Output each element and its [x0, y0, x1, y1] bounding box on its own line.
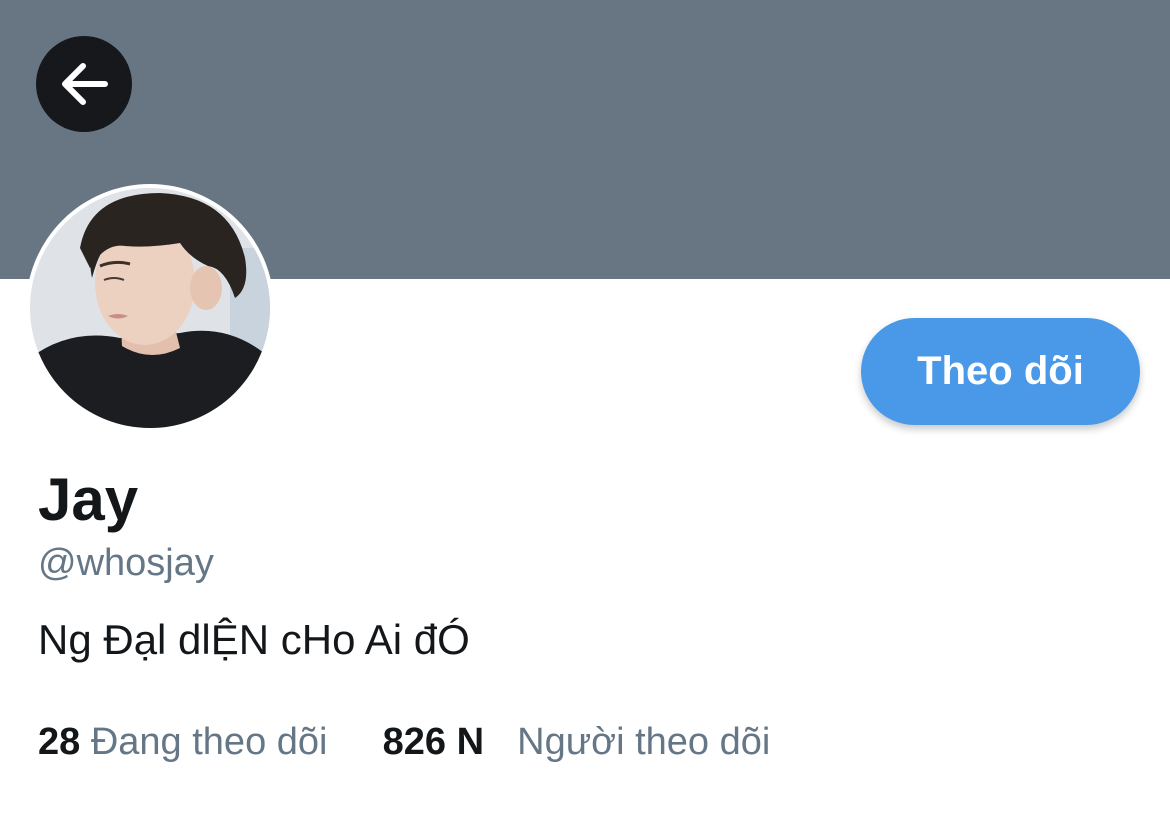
display-name: Jay [38, 466, 139, 533]
avatar[interactable] [26, 184, 274, 432]
followers-stat[interactable]: 826 N Người theo dõi [383, 714, 771, 770]
user-handle: @whosjay [38, 542, 214, 584]
following-stat[interactable]: 28 Đang theo dõi [38, 714, 327, 770]
profile-bio: Ng Đạl dlỆN cHo Ai đÓ [38, 616, 470, 663]
profile-stats: 28 Đang theo dõi 826 N Người theo dõi [38, 714, 770, 770]
back-button[interactable] [36, 36, 132, 132]
profile-page: Theo dõi Jay @whosjay Ng Đạl dlỆN cHo Ai… [0, 0, 1170, 817]
following-count: 28 [38, 721, 81, 763]
avatar-photo [30, 188, 270, 428]
followers-count: 826 N [382, 721, 485, 763]
arrow-left-icon [62, 63, 108, 105]
follow-button[interactable]: Theo dõi [861, 318, 1140, 425]
following-label: Đang theo dõi [90, 721, 328, 763]
followers-label: Người theo dõi [517, 721, 771, 763]
